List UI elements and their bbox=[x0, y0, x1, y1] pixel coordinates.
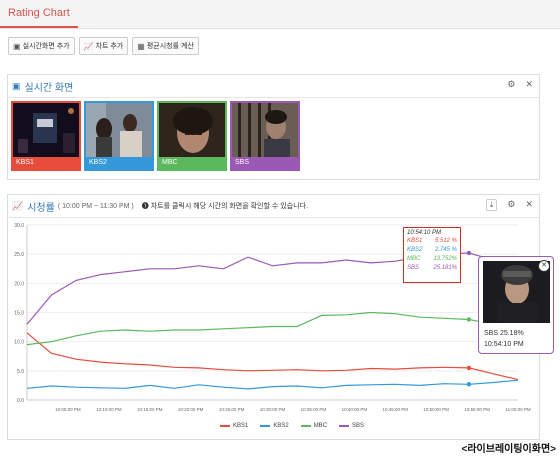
legend-item-kbs2[interactable]: KBS2 bbox=[260, 423, 289, 429]
legend-swatch bbox=[220, 425, 230, 427]
x-tick-label: 10:45:00 PM bbox=[382, 407, 408, 412]
image-caption: <라이브레이팅이화면> bbox=[461, 444, 556, 455]
tooltip-value: 13.752% bbox=[433, 256, 457, 262]
y-tick-label: 15.0 bbox=[14, 311, 24, 317]
legend-item-kbs1[interactable]: KBS1 bbox=[220, 423, 248, 429]
x-tick-label: 10:35:00 PM bbox=[301, 407, 327, 412]
chart-tooltip: 10:54:10 PM KBS1 5.512 % KBS2 2.745 % MB… bbox=[403, 227, 461, 283]
y-tick-label: 10.0 bbox=[14, 340, 24, 346]
legend-label: MBC bbox=[313, 423, 328, 429]
hover-point-sbs bbox=[466, 250, 472, 256]
legend-swatch bbox=[260, 425, 271, 427]
tooltip-name: MBC bbox=[407, 256, 421, 262]
x-tick-label: 10:25:00 PM bbox=[219, 407, 245, 412]
legend-swatch bbox=[300, 425, 311, 427]
y-tick-label: 25.0 bbox=[14, 252, 24, 258]
tooltip-name: SBS bbox=[407, 265, 420, 271]
x-tick-label: 10:15:00 PM bbox=[137, 407, 163, 412]
series-line-mbc[interactable] bbox=[26, 311, 519, 346]
tooltip-name: KBS2 bbox=[407, 247, 423, 253]
x-tick-label: 10:05:00 PM bbox=[55, 407, 81, 412]
x-tick-label: 10:10:00 PM bbox=[96, 407, 122, 412]
screen-preview-popup: ✕ SBS 25.18% 10:54:10 PM bbox=[478, 256, 554, 354]
hover-point-mbc bbox=[466, 317, 472, 322]
tooltip-row-sbs: SBS 25.181% bbox=[407, 264, 457, 273]
rating-line-chart[interactable]: 0.0 5.0 10.0 15.0 20.0 25.0 30.0 10:05:00 PM 10… bbox=[0, 0, 560, 467]
x-tick-label: 10:50:00 PM bbox=[423, 407, 449, 412]
tooltip-row-mbc: MBC 13.752% bbox=[407, 255, 457, 264]
series-line-kbs2[interactable] bbox=[26, 379, 519, 390]
y-tick-label: 5.0 bbox=[17, 369, 24, 375]
legend-item-mbc[interactable]: MBC bbox=[300, 423, 328, 429]
close-icon[interactable]: ✕ bbox=[538, 260, 550, 272]
tooltip-time: 10:54:10 PM bbox=[407, 230, 442, 236]
preview-channel-rating: SBS 25.18% bbox=[484, 330, 524, 337]
y-tick-label: 20.0 bbox=[14, 281, 24, 287]
tooltip-row-kbs2: KBS2 2.745 % bbox=[407, 246, 457, 255]
preview-time: 10:54:10 PM bbox=[484, 341, 524, 348]
tooltip-name: KBS1 bbox=[407, 238, 423, 244]
x-tick-label: 10:40:00 PM bbox=[342, 407, 368, 412]
y-tick-label: 0.0 bbox=[17, 398, 24, 404]
tooltip-value: 25.181% bbox=[433, 265, 457, 271]
hover-point-kbs1 bbox=[466, 365, 472, 371]
legend-swatch bbox=[339, 425, 350, 427]
legend-item-sbs[interactable]: SBS bbox=[339, 423, 364, 429]
legend-label: KBS1 bbox=[233, 423, 249, 429]
x-tick-label: 10:55:00 PM bbox=[464, 407, 490, 412]
chart-legend: KBS1 KBS2 MBC SBS bbox=[220, 423, 364, 429]
legend-label: KBS2 bbox=[273, 423, 289, 429]
x-tick-label: 11:00:00 PM bbox=[505, 407, 530, 412]
y-tick-label: 30.0 bbox=[14, 223, 24, 229]
x-tick-label: 10:30:00 PM bbox=[260, 407, 286, 412]
tooltip-value: 2.745 % bbox=[434, 247, 457, 253]
tooltip-row-kbs1: KBS1 5.512 % bbox=[407, 237, 457, 246]
legend-label: SBS bbox=[352, 423, 365, 429]
tooltip-value: 5.512 % bbox=[434, 238, 457, 244]
hover-point-kbs2 bbox=[466, 382, 472, 387]
x-tick-label: 10:20:00 PM bbox=[178, 407, 204, 412]
series-line-kbs1[interactable] bbox=[26, 332, 519, 381]
